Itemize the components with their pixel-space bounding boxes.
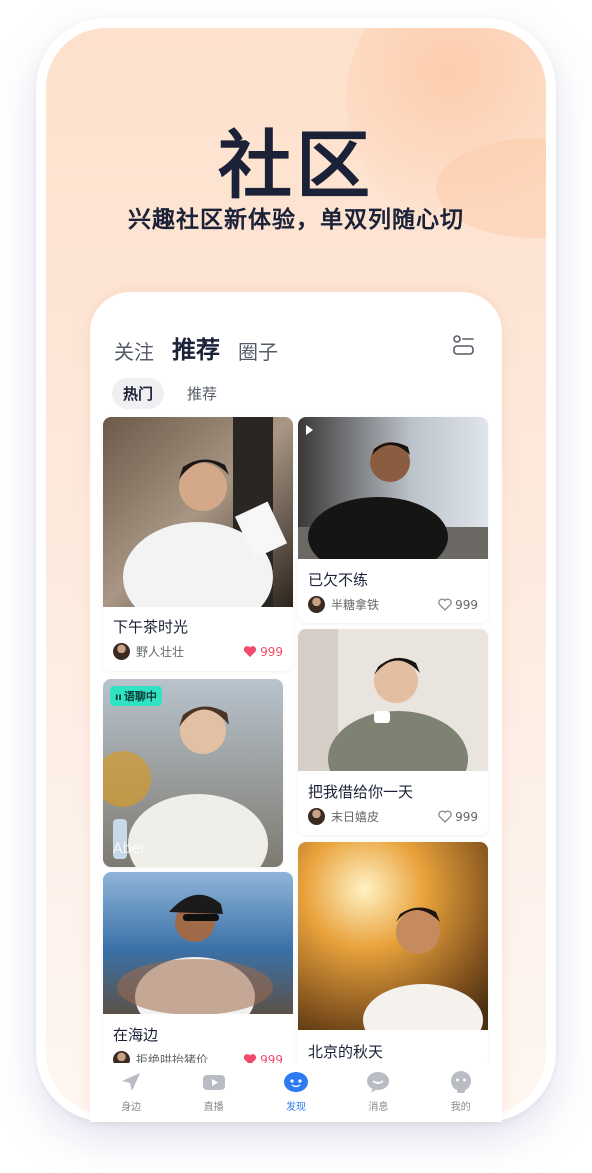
heart-filled-icon bbox=[243, 646, 257, 657]
pill-hot[interactable]: 热门 bbox=[112, 378, 165, 409]
hero-title: 社区 bbox=[218, 123, 374, 209]
post-author[interactable]: 末日嬉皮 bbox=[331, 808, 438, 825]
tab-circles[interactable]: 圈子 bbox=[238, 336, 278, 365]
avatar[interactable] bbox=[308, 808, 325, 825]
top-tabs: 关注 推荐 圈子 bbox=[114, 330, 278, 365]
post-meta: 半糖拿铁 999 bbox=[308, 596, 478, 613]
photo-watermark: Aber bbox=[113, 841, 146, 857]
post-photo bbox=[103, 679, 283, 867]
avatar[interactable] bbox=[113, 643, 130, 660]
post-card[interactable]: 把我借给你一天 末日嬉皮 999 bbox=[298, 629, 488, 835]
tab-nearby[interactable]: 身边 bbox=[101, 1069, 161, 1121]
post-author[interactable]: 半糖拿铁 bbox=[331, 596, 438, 613]
video-camera-icon bbox=[202, 1075, 225, 1090]
post-title: 在海边 bbox=[113, 1026, 159, 1044]
tab-follow[interactable]: 关注 bbox=[114, 336, 154, 365]
post-title: 把我借给你一天 bbox=[308, 783, 414, 801]
post-meta: 末日嬉皮 999 bbox=[308, 808, 478, 825]
bottom-tab-bar: 身边 直播 发现 消息 我的 bbox=[90, 1063, 502, 1121]
post-photo bbox=[298, 842, 488, 1030]
navigation-arrow-icon bbox=[122, 1073, 141, 1091]
heart-outline-icon bbox=[438, 810, 452, 823]
profile-face-icon bbox=[450, 1071, 471, 1093]
like-button[interactable]: 999 bbox=[438, 598, 478, 612]
post-photo bbox=[298, 417, 488, 559]
heart-outline-icon bbox=[438, 598, 452, 611]
post-meta: 野人壮壮 999 bbox=[113, 643, 283, 660]
hero-subtitle: 兴趣社区新体验，单双列随心切 bbox=[128, 207, 464, 233]
sound-wave-icon: ıı bbox=[115, 692, 122, 703]
pill-recommend[interactable]: 推荐 bbox=[176, 378, 228, 409]
post-title: 北京的秋天 bbox=[308, 1043, 384, 1061]
tab-me[interactable]: 我的 bbox=[431, 1069, 491, 1121]
discover-face-icon bbox=[283, 1072, 308, 1092]
avatar[interactable] bbox=[308, 596, 325, 613]
post-card-voice-chat[interactable]: ıı 语聊中 Aber bbox=[103, 679, 283, 867]
post-author[interactable]: 野人壮壮 bbox=[136, 643, 243, 660]
like-button[interactable]: 999 bbox=[243, 645, 283, 659]
post-card[interactable]: 下午茶时光 野人壮壮 999 bbox=[103, 417, 293, 671]
tab-live[interactable]: 直播 bbox=[184, 1069, 244, 1121]
post-title: 已欠不练 bbox=[308, 571, 369, 589]
chat-bubble-icon bbox=[367, 1072, 390, 1093]
like-count: 999 bbox=[455, 809, 478, 824]
post-photo bbox=[103, 417, 293, 607]
post-card[interactable]: 已欠不练 半糖拿铁 999 bbox=[298, 417, 488, 623]
voice-chat-badge: ıı 语聊中 bbox=[110, 686, 162, 706]
like-button[interactable]: 999 bbox=[438, 810, 478, 824]
post-card[interactable]: 在海边 拒绝哄抬猪价 999 bbox=[103, 872, 293, 1067]
video-play-icon bbox=[306, 425, 313, 435]
layout-toggle-icon[interactable] bbox=[453, 334, 475, 356]
like-count: 999 bbox=[260, 644, 283, 659]
tab-messages[interactable]: 消息 bbox=[348, 1069, 408, 1121]
post-photo bbox=[298, 629, 488, 771]
tab-discover[interactable]: 发现 bbox=[266, 1069, 326, 1121]
sub-filter: 热门 推荐 bbox=[112, 378, 228, 409]
tab-recommend[interactable]: 推荐 bbox=[172, 330, 220, 365]
like-count: 999 bbox=[455, 597, 478, 612]
post-photo bbox=[103, 872, 293, 1014]
post-title: 下午茶时光 bbox=[113, 618, 189, 636]
post-card[interactable]: 北京的秋天 bbox=[298, 842, 488, 1067]
